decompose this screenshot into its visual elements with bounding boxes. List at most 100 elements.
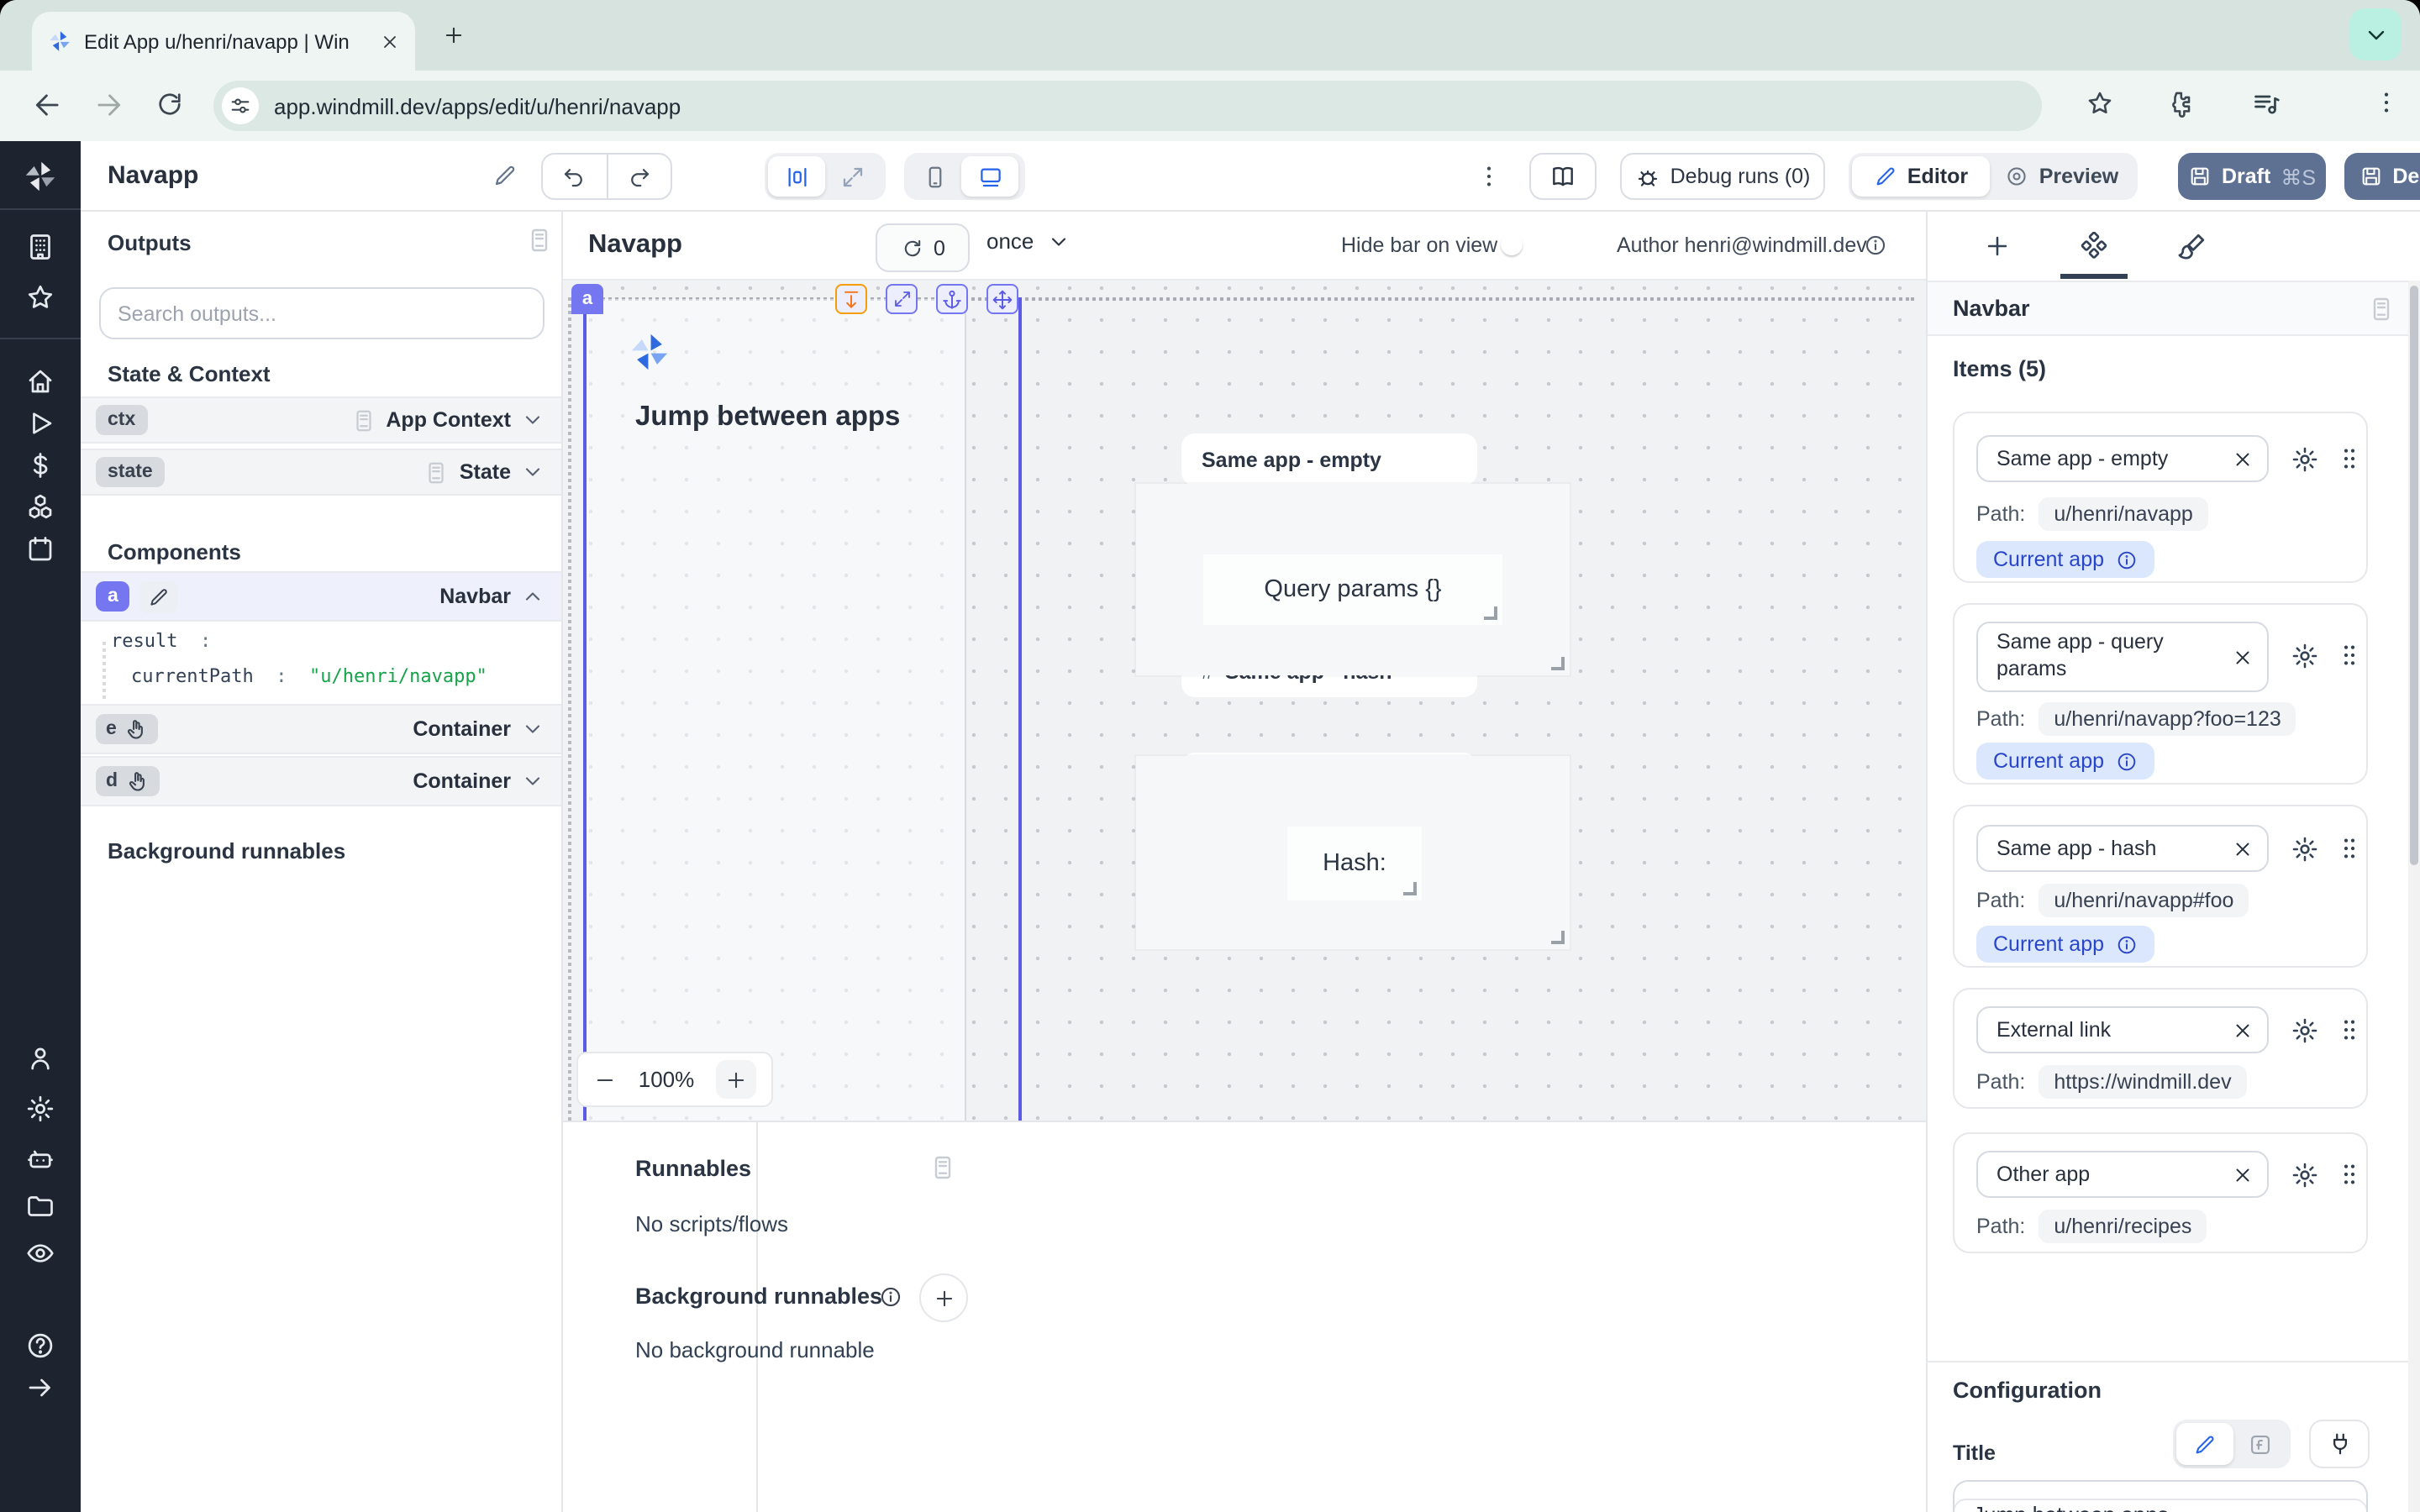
item-3-current-app-badge[interactable]: Current app [1976, 926, 2154, 963]
expand-down-tool[interactable] [835, 284, 867, 314]
workers-robot-icon[interactable] [25, 1144, 55, 1174]
title-value-input[interactable]: Jump between apps [1953, 1480, 2368, 1512]
add-background-runnable-button[interactable] [919, 1273, 968, 1322]
chevron-down-icon[interactable] [521, 769, 544, 793]
author-info-icon[interactable] [1864, 234, 1887, 257]
query-params-container[interactable]: Query params {} [1136, 484, 1570, 675]
fullscreen-button[interactable] [825, 156, 879, 197]
connect-plug-button[interactable] [2309, 1420, 2370, 1468]
rename-pencil-button[interactable] [140, 580, 179, 612]
media-playlist-icon[interactable] [2252, 89, 2282, 119]
component-row-navbar[interactable]: a Navbar [81, 571, 561, 622]
item-3-label-input[interactable]: Same app - hash [1976, 825, 2269, 872]
item-2-grip-icon[interactable] [2336, 642, 2363, 669]
item-3-path-value[interactable]: u/henri/navapp#foo [2039, 884, 2249, 917]
panel-scrollbar-thumb[interactable] [2410, 286, 2418, 865]
mobile-view-button[interactable] [908, 156, 961, 197]
move-tool[interactable] [986, 284, 1018, 314]
deploy-button[interactable]: Deploy [2344, 153, 2420, 200]
clear-x-icon[interactable] [2232, 1019, 2254, 1041]
chevron-up-icon[interactable] [521, 585, 544, 608]
desktop-view-button[interactable] [961, 156, 1018, 197]
clear-x-icon[interactable] [2232, 1163, 2254, 1185]
item-5-label-input[interactable]: Other app [1976, 1151, 2269, 1198]
back-icon[interactable] [32, 89, 64, 121]
component-row-e[interactable]: e Container [81, 704, 561, 754]
draft-button[interactable]: Draft ⌘S [2178, 153, 2326, 200]
runs-play-icon[interactable] [25, 408, 55, 438]
resources-cubes-icon[interactable] [25, 492, 55, 522]
item-4-path-value[interactable]: https://windmill.dev [2039, 1065, 2246, 1099]
fullscreen-tool[interactable] [886, 284, 918, 314]
docs-book-button[interactable] [1529, 153, 1597, 200]
edit-app-name-pencil-icon[interactable] [492, 163, 518, 188]
nav-item-same-app-empty[interactable]: Same app - empty [1181, 433, 1477, 486]
reload-icon[interactable] [155, 89, 185, 119]
help-icon[interactable] [25, 1331, 55, 1361]
styling-brush-icon[interactable] [2176, 232, 2207, 262]
state-row[interactable]: state State [81, 449, 561, 496]
insert-component-plus-icon[interactable] [1983, 232, 2012, 260]
zoom-in-button[interactable] [716, 1060, 756, 1099]
chevron-down-icon[interactable] [521, 460, 544, 484]
static-mode-button[interactable] [2176, 1423, 2233, 1465]
item-2-current-app-badge[interactable]: Current app [1976, 743, 2154, 780]
chevron-down-icon[interactable] [521, 717, 544, 741]
editor-tab[interactable]: Editor [1852, 156, 1990, 197]
browser-menu-kebab-icon[interactable] [2373, 89, 2400, 116]
resize-handle[interactable] [1403, 882, 1417, 895]
debug-runs-button[interactable]: Debug runs (0) [1620, 153, 1825, 200]
undo-button[interactable] [543, 155, 608, 198]
bookmark-star-icon[interactable] [2086, 89, 2114, 118]
info-icon[interactable] [879, 1285, 902, 1309]
collapse-arrow-right-icon[interactable] [25, 1373, 55, 1403]
url-bar[interactable]: app.windmill.dev/apps/edit/u/henri/navap… [213, 81, 2042, 131]
item-1-gear-icon[interactable] [2291, 445, 2319, 474]
item-3-grip-icon[interactable] [2336, 835, 2363, 862]
home-icon[interactable] [25, 366, 55, 396]
users-person-icon[interactable] [25, 1043, 55, 1074]
component-a-tag[interactable]: a [571, 284, 603, 314]
extension-chevron-button[interactable] [2349, 8, 2402, 60]
hash-container[interactable]: Hash: [1136, 756, 1570, 949]
resize-handle[interactable] [1484, 606, 1497, 620]
variables-dollar-icon[interactable] [25, 450, 55, 480]
windmill-logo-icon[interactable] [22, 158, 59, 195]
redo-button[interactable] [608, 155, 671, 198]
settings-gear-icon[interactable] [25, 1094, 55, 1124]
tab-close-icon[interactable] [380, 31, 400, 51]
item-2-label-input[interactable]: Same app - query params [1976, 622, 2269, 692]
resize-handle[interactable] [1551, 657, 1565, 670]
panel-doc-icon[interactable] [2368, 295, 2395, 322]
extensions-puzzle-icon[interactable] [2165, 89, 2193, 118]
forward-icon[interactable] [92, 89, 124, 121]
resize-handle[interactable] [1551, 931, 1565, 944]
component-row-d[interactable]: d Container [81, 756, 561, 806]
item-4-label-input[interactable]: External link [1976, 1006, 2269, 1053]
components-diamond-icon[interactable] [2079, 232, 2109, 262]
item-3-gear-icon[interactable] [2291, 835, 2319, 864]
align-center-button[interactable] [768, 156, 825, 197]
folders-icon[interactable] [25, 1191, 55, 1221]
app-canvas[interactable]: Jump between apps Same app - empty Same … [563, 281, 1926, 1121]
expression-mode-button[interactable] [2233, 1423, 2287, 1465]
chevron-down-icon[interactable] [521, 408, 544, 432]
zoom-out-minus-icon[interactable] [593, 1068, 617, 1091]
item-1-label-input[interactable]: Same app - empty [1976, 435, 2269, 482]
item-5-gear-icon[interactable] [2291, 1161, 2319, 1189]
item-4-gear-icon[interactable] [2291, 1016, 2319, 1045]
search-outputs-input[interactable] [99, 287, 544, 339]
schedules-calendar-icon[interactable] [25, 534, 55, 564]
item-1-path-value[interactable]: u/henri/navapp [2039, 497, 2207, 531]
item-4-grip-icon[interactable] [2336, 1016, 2363, 1043]
favorites-star-icon[interactable] [25, 282, 55, 312]
clear-x-icon[interactable] [2232, 646, 2254, 668]
workspace-building-icon[interactable] [25, 232, 55, 262]
item-5-path-value[interactable]: u/henri/recipes [2039, 1210, 2207, 1243]
run-mode-select[interactable]: once [986, 228, 1071, 254]
item-5-grip-icon[interactable] [2336, 1161, 2363, 1188]
item-1-grip-icon[interactable] [2336, 445, 2363, 472]
topbar-kebab-icon[interactable] [1476, 163, 1502, 190]
new-tab-icon[interactable] [442, 24, 466, 47]
item-2-gear-icon[interactable] [2291, 642, 2319, 670]
